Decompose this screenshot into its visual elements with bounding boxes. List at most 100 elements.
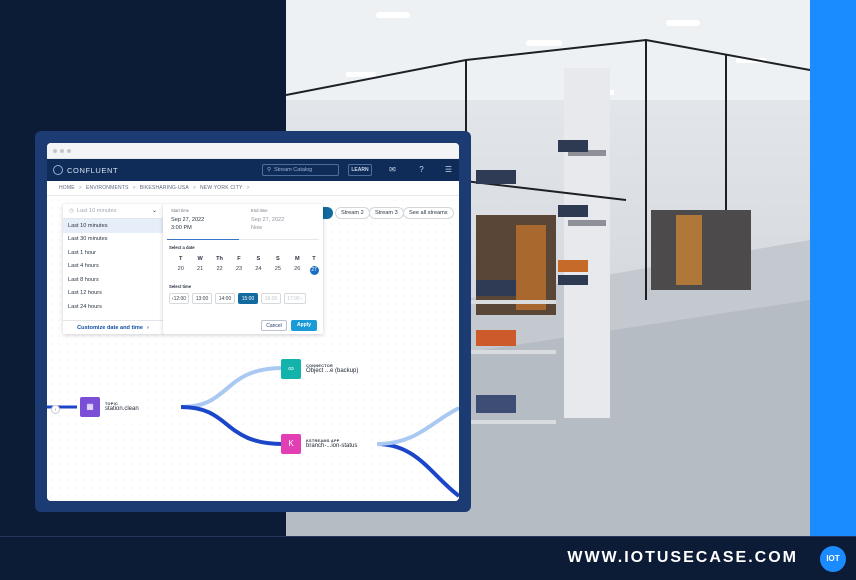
window-dot [60, 148, 64, 153]
time-range-selected: Last 10 minutes [76, 208, 117, 214]
window-dot [53, 148, 57, 153]
window-dot [67, 148, 71, 153]
footer-url[interactable]: WWW.IOTUSECASE.COM [567, 549, 798, 567]
edge-topic-connector [180, 366, 284, 409]
edge-ksql-out-light [376, 406, 459, 446]
customize-label: Customize date and time [77, 324, 144, 331]
breadcrumb-separator: > [78, 185, 82, 191]
node-name: branch-...ion-status [306, 443, 358, 449]
end-date-value: Sep 27, 2022 [251, 217, 285, 223]
weekday-label: Th [216, 256, 223, 262]
calendar-week: T W Th F S S M 20 21 22 23 24 25 26 [171, 256, 307, 272]
bell-icon[interactable]: ✉ [387, 164, 398, 175]
time-slots: ‹12:00 13:00 14:00 15:00 16:00 17:00 › [169, 293, 306, 304]
time-option[interactable]: Last 10 minutes [63, 219, 163, 233]
calendar-day[interactable]: 22 [210, 266, 229, 272]
start-date-value: Sep 27, 2022 [171, 217, 205, 223]
time-slot[interactable]: ‹12:00 [169, 293, 189, 304]
calendar-last-column: T 27 [307, 256, 321, 275]
brand-label: CONFLUENT [67, 165, 119, 175]
start-field-underline [167, 239, 239, 240]
clock-icon: ◷ [69, 208, 74, 214]
breadcrumb-separator: > [246, 185, 250, 191]
time-option[interactable]: Last 30 minutes [63, 233, 163, 247]
weekday-label: M [294, 256, 300, 262]
breadcrumb-cluster[interactable]: NEW YORK CITY [200, 185, 243, 191]
start-time-value: 3:00 PM [171, 225, 192, 231]
menu-icon[interactable]: ☰ [443, 164, 454, 175]
chevron-right-icon: › [147, 324, 149, 331]
chevron-down-icon: ⌄ [151, 208, 157, 214]
cancel-button[interactable]: Cancel [261, 320, 287, 331]
select-date-label: Select a date [169, 245, 195, 250]
time-option[interactable]: Last 4 hours [63, 260, 163, 274]
connector-icon: ∞ [281, 359, 301, 379]
stream-chip-2[interactable]: Stream 2 [335, 207, 370, 219]
start-time-field[interactable]: Start time Sep 27, 2022 3:00 PM [171, 208, 204, 232]
calendar-day[interactable]: 21 [190, 266, 209, 272]
stream-catalog-search[interactable]: ⚲ Stream Catalog [262, 164, 339, 176]
node-name: Object ...e (backup) [306, 368, 359, 374]
date-time-picker: Start time Sep 27, 2022 3:00 PM End time… [163, 204, 323, 334]
time-slot-disabled: 16:00 [261, 293, 281, 304]
end-time-field[interactable]: End time Sep 27, 2022 Now [251, 208, 284, 232]
weekday-label: T [179, 256, 183, 262]
brand[interactable]: CONFLUENT [53, 165, 118, 175]
confluent-logo-icon [53, 165, 63, 175]
topic-node[interactable]: ▦ TOPIC station.clean [80, 397, 145, 417]
help-icon[interactable]: ? [416, 164, 427, 175]
right-accent-strip [810, 0, 856, 536]
breadcrumb-separator: > [192, 185, 196, 191]
kstreams-app-node[interactable]: K KSTREAMS APP branch-...ion-status [281, 434, 364, 454]
search-placeholder: Stream Catalog [274, 167, 313, 173]
weekday-label: S [275, 256, 280, 262]
start-time-label: Start time [171, 208, 189, 213]
weekday-label: F [237, 256, 241, 262]
iot-logo: IOT [820, 546, 846, 572]
time-slot-selected[interactable]: 15:00 [238, 293, 258, 304]
window-titlebar [47, 143, 459, 159]
app-window-frame: CONFLUENT ⚲ Stream Catalog LEARN ✉ ? ☰ H… [35, 131, 471, 512]
edge-topic-ksql [180, 405, 284, 446]
app-header: CONFLUENT ⚲ Stream Catalog LEARN ✉ ? ☰ [47, 159, 459, 181]
time-slot-disabled: 17:00 › [284, 293, 306, 304]
search-icon: ⚲ [267, 167, 272, 173]
breadcrumb-environments[interactable]: ENVIRONMENTS [86, 185, 129, 191]
time-option[interactable]: Last 24 hours [63, 300, 163, 314]
breadcrumb-home[interactable]: HOME [59, 185, 75, 191]
weekday-label: S [256, 256, 261, 262]
kstreams-icon: K [281, 434, 301, 454]
end-time-label: End time [251, 208, 268, 213]
time-slot[interactable]: 13:00 [192, 293, 212, 304]
calendar-day[interactable]: 24 [249, 266, 268, 272]
calendar-day-selected[interactable]: 27 [309, 266, 319, 275]
time-slot[interactable]: 14:00 [215, 293, 235, 304]
time-option[interactable]: Last 8 hours [63, 273, 163, 287]
weekday-label: W [197, 256, 203, 262]
time-option[interactable]: Last 12 hours [63, 287, 163, 301]
edge-ksql-out-dark [376, 442, 459, 498]
breadcrumb: HOME > ENVIRONMENTS > BIKESHARING-USA > … [47, 181, 459, 196]
apply-button[interactable]: Apply [291, 320, 317, 331]
calendar-day[interactable]: 25 [268, 266, 287, 272]
breadcrumb-environment[interactable]: BIKESHARING-USA [140, 185, 189, 191]
time-range-select[interactable]: ◷ Last 10 minutes ⌄ [63, 204, 163, 219]
connector-node[interactable]: ∞ CONNECTOR Object ...e (backup) [281, 359, 365, 379]
learn-button[interactable]: LEARN [348, 164, 372, 176]
stream-chip-3[interactable]: Stream 3 [369, 207, 404, 219]
calendar-day[interactable]: 20 [171, 266, 190, 272]
calendar-day[interactable]: 26 [288, 266, 307, 272]
stream-lineage-canvas[interactable]: › ▦ TOPIC station.clean ∞ CONNECTOR Obje… [47, 196, 459, 501]
expand-left-handle[interactable]: › [51, 405, 60, 414]
end-time-value: Now [251, 225, 263, 231]
footer-bar: WWW.IOTUSECASE.COM IOT [0, 536, 856, 580]
see-all-streams-chip[interactable]: See all streams [403, 207, 454, 219]
calendar-day[interactable]: 23 [229, 266, 248, 272]
breadcrumb-separator: > [132, 185, 136, 191]
app-window: CONFLUENT ⚲ Stream Catalog LEARN ✉ ? ☰ H… [47, 143, 459, 501]
weekday-label: T [312, 256, 316, 262]
time-option[interactable]: Last 1 hour [63, 246, 163, 260]
node-name: station.clean [105, 406, 139, 412]
customize-date-time-button[interactable]: Customize date and time › [63, 320, 163, 334]
time-range-dropdown[interactable]: ◷ Last 10 minutes ⌄ Last 10 minutes Last… [63, 204, 163, 334]
